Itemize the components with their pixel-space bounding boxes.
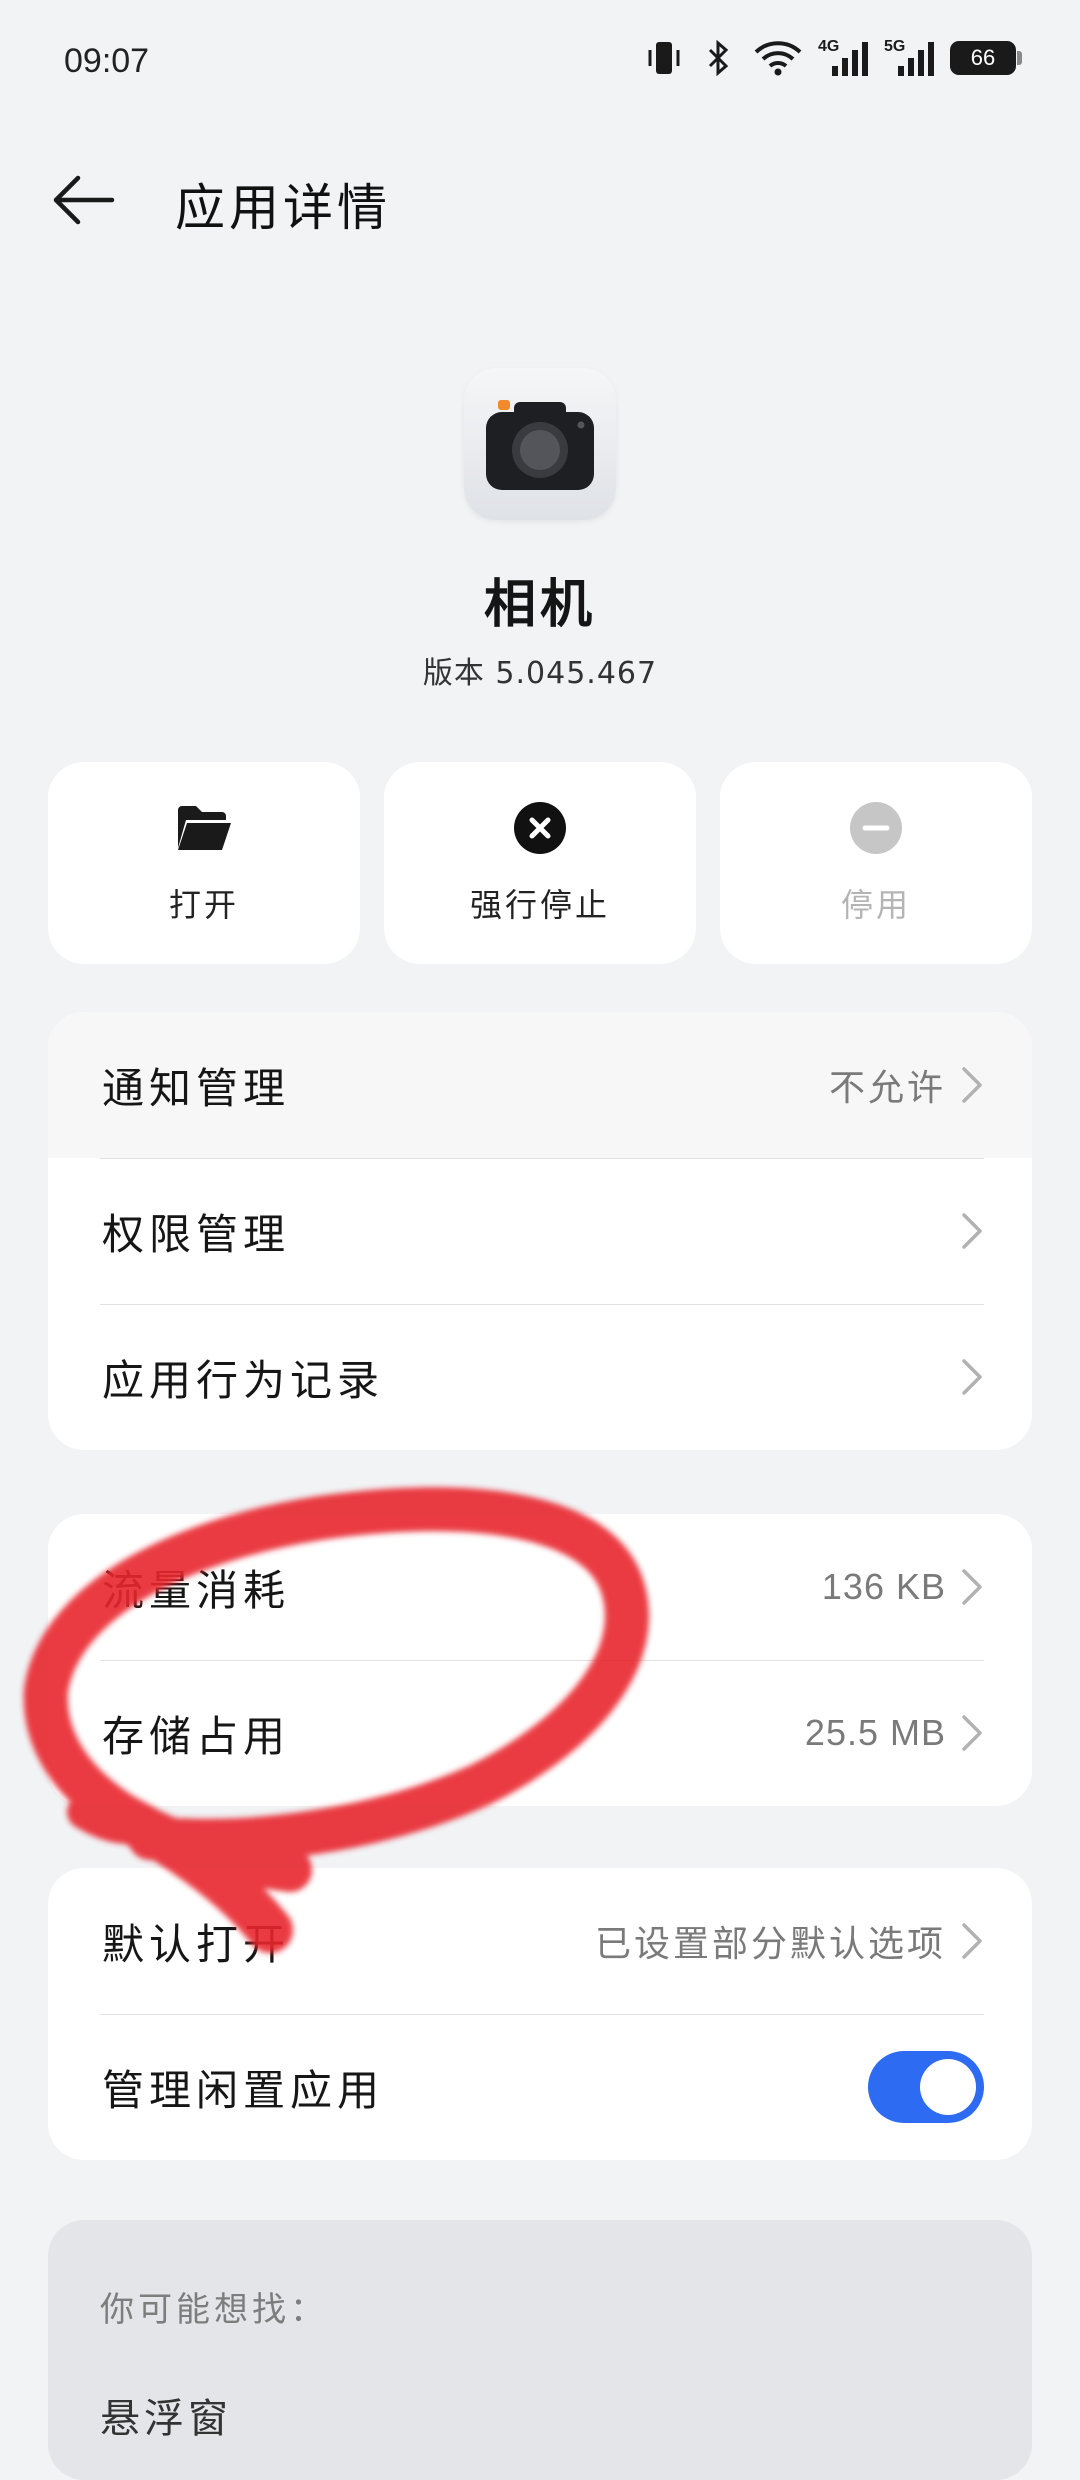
network-4g-label: 4G xyxy=(818,38,840,55)
manage-idle-apps-toggle[interactable] xyxy=(868,2051,984,2123)
back-button[interactable] xyxy=(50,170,120,230)
notification-management-row[interactable]: 通知管理 不允许 xyxy=(48,1012,1032,1158)
app-name: 相机 xyxy=(483,575,596,635)
chevron-right-icon xyxy=(962,1067,982,1103)
storage-usage-row[interactable]: 存储占用 25.5 MB xyxy=(48,1660,1032,1806)
toggle-knob xyxy=(920,2059,976,2115)
open-button[interactable]: 打开 xyxy=(48,762,360,964)
network-5g-label: 5G xyxy=(884,38,906,55)
battery-icon: 66 xyxy=(950,41,1022,75)
signal-5g-icon: 5G xyxy=(884,38,936,78)
app-behavior-record-row[interactable]: 应用行为记录 xyxy=(48,1304,1032,1450)
action-buttons: 打开 强行停止 停用 xyxy=(48,762,1032,964)
row-label: 存储占用 xyxy=(102,1711,291,1761)
chevron-right-icon xyxy=(962,1715,982,1751)
row-label: 默认打开 xyxy=(102,1919,291,1969)
row-label: 应用行为记录 xyxy=(102,1355,385,1405)
status-icons: 4G 5G 66 xyxy=(644,38,1022,78)
minus-circle-icon xyxy=(848,800,904,856)
status-time: 09:07 xyxy=(64,42,150,80)
page-title: 应用详情 xyxy=(175,179,391,237)
row-label: 通知管理 xyxy=(102,1063,291,1113)
default-open-row[interactable]: 默认打开 已设置部分默认选项 xyxy=(48,1868,1032,2014)
disable-button[interactable]: 停用 xyxy=(720,762,1032,964)
row-value: 不允许 xyxy=(828,1068,946,1109)
suggestions-title: 你可能想找： xyxy=(100,2290,328,2330)
chevron-right-icon xyxy=(962,1359,982,1395)
back-arrow-icon xyxy=(53,175,115,225)
row-value: 已设置部分默认选项 xyxy=(594,1924,946,1965)
disable-button-label: 停用 xyxy=(840,886,911,924)
folder-open-icon xyxy=(176,800,232,856)
manage-idle-apps-row: 管理闲置应用 xyxy=(48,2014,1032,2160)
wifi-icon xyxy=(752,38,804,78)
suggestion-item[interactable]: 悬浮窗 xyxy=(100,2386,232,2444)
force-stop-button[interactable]: 强行停止 xyxy=(384,762,696,964)
settings-card-management: 通知管理 不允许 权限管理 应用行为记录 xyxy=(48,1012,1032,1450)
camera-app-icon xyxy=(464,368,616,520)
chevron-right-icon xyxy=(962,1213,982,1249)
suggestions-card: 你可能想找： 悬浮窗 xyxy=(48,2220,1032,2480)
row-value: 136 KB xyxy=(821,1566,946,1607)
top-bar: 应用详情 xyxy=(0,150,1080,250)
data-usage-row[interactable]: 流量消耗 136 KB xyxy=(48,1514,1032,1660)
app-version: 版本 5.045.467 xyxy=(422,656,658,691)
row-label: 权限管理 xyxy=(102,1209,291,1259)
signal-4g-icon: 4G xyxy=(818,38,870,78)
settings-card-usage: 流量消耗 136 KB 存储占用 25.5 MB xyxy=(48,1514,1032,1806)
chevron-right-icon xyxy=(962,1569,982,1605)
close-circle-icon xyxy=(512,800,568,856)
camera-icon xyxy=(486,400,594,490)
row-label: 流量消耗 xyxy=(102,1565,291,1615)
permission-management-row[interactable]: 权限管理 xyxy=(48,1158,1032,1304)
open-button-label: 打开 xyxy=(168,886,239,924)
row-label: 管理闲置应用 xyxy=(102,2065,385,2115)
settings-card-defaults: 默认打开 已设置部分默认选项 管理闲置应用 xyxy=(48,1868,1032,2160)
bluetooth-icon xyxy=(698,38,738,78)
row-value: 25.5 MB xyxy=(804,1712,946,1753)
chevron-right-icon xyxy=(962,1923,982,1959)
vibrate-icon xyxy=(644,38,684,78)
force-stop-button-label: 强行停止 xyxy=(469,886,610,924)
status-bar: 09:07 4G 5G 66 xyxy=(0,0,1080,130)
